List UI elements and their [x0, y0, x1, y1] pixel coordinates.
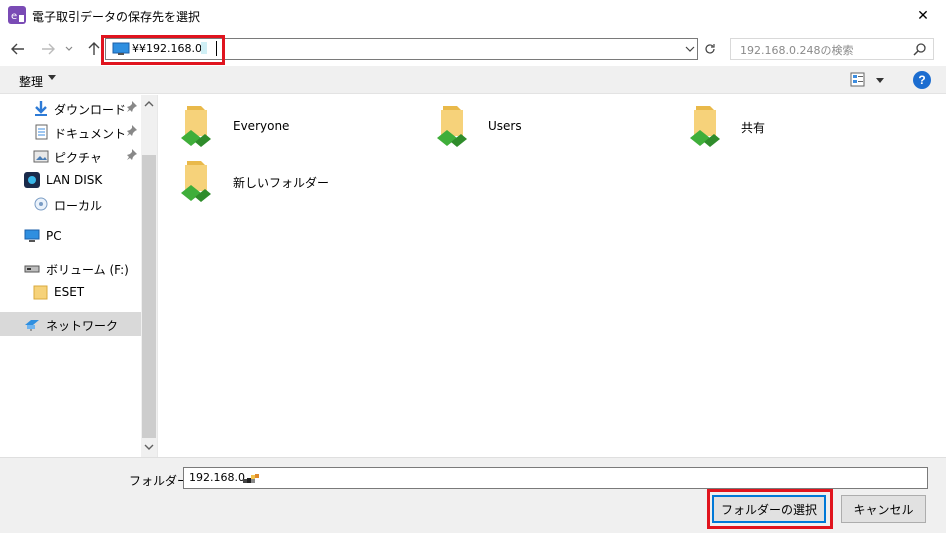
- cancel-button[interactable]: キャンセル: [841, 495, 926, 523]
- window-title: 電子取引データの保存先を選択: [32, 10, 201, 24]
- sidebar-item-local[interactable]: ローカル: [0, 192, 141, 216]
- address-highlight-box: [101, 35, 225, 65]
- folder-label: 新しいフォルダー: [233, 176, 330, 190]
- folder-name-value: 192.168.0.: [189, 471, 249, 484]
- caret-down-icon: [48, 75, 56, 80]
- dialog-footer: フォルダー: 192.168.0. フォルダーの選択 キャンセル: [0, 457, 946, 533]
- scroll-thumb[interactable]: [142, 155, 156, 438]
- select-button-highlight-box: [707, 489, 833, 529]
- pin-icon[interactable]: [126, 125, 137, 136]
- sidebar-item-eset[interactable]: ESET: [0, 280, 141, 304]
- navigation-pane: ダウンロード ドキュメント ピクチャ LAN DISK ローカル PC ボリュー…: [0, 95, 141, 457]
- refresh-button[interactable]: [700, 38, 720, 60]
- scroll-up-icon[interactable]: [144, 101, 154, 107]
- command-bar: 整理 ?: [0, 66, 946, 94]
- organize-menu[interactable]: 整理: [19, 73, 43, 90]
- sidebar-item-label: PC: [46, 229, 62, 243]
- shared-folder-icon: [437, 106, 467, 147]
- sidebar-item-documents[interactable]: ドキュメント: [0, 120, 141, 144]
- sidebar-item-label: ネットワーク: [46, 319, 119, 333]
- folder-item-new-folder[interactable]: 新しいフォルダー: [175, 157, 415, 209]
- svg-text:e: e: [11, 11, 17, 22]
- pictures-icon: [33, 150, 49, 163]
- folder-label: Users: [488, 119, 522, 133]
- sidebar-item-label: LAN DISK: [46, 173, 103, 187]
- chevron-down-icon[interactable]: [685, 42, 695, 56]
- refresh-icon: [705, 44, 715, 54]
- sidebar-item-network[interactable]: ネットワーク: [0, 312, 141, 336]
- scroll-down-icon[interactable]: [144, 444, 154, 450]
- sidebar-item-label: ローカル: [54, 199, 103, 213]
- chevron-down-icon: [65, 46, 73, 51]
- folder-label: Everyone: [233, 119, 290, 133]
- shared-folder-icon: [181, 106, 211, 147]
- folder-item-kyoyu[interactable]: 共有: [684, 102, 924, 154]
- folder-item-everyone[interactable]: Everyone: [175, 102, 415, 154]
- pin-icon[interactable]: [126, 149, 137, 160]
- close-icon: ✕: [917, 7, 929, 24]
- document-icon: [35, 124, 48, 140]
- title-bar: e 電子取引データの保存先を選択 ✕: [0, 0, 946, 31]
- download-icon: [35, 101, 47, 116]
- shared-folder-icon: [181, 161, 211, 202]
- help-button[interactable]: ?: [913, 71, 931, 89]
- network-icon: [25, 320, 39, 331]
- folder-item-users[interactable]: Users: [431, 102, 671, 154]
- drive-icon: [24, 265, 40, 273]
- pc-icon: [24, 229, 40, 242]
- help-icon: ?: [918, 73, 926, 87]
- lan-disk-icon: [24, 172, 40, 188]
- arrow-right-icon: [42, 43, 55, 55]
- sidebar-item-pictures[interactable]: ピクチャ: [0, 144, 141, 168]
- sidebar-item-lan-disk[interactable]: LAN DISK: [0, 168, 141, 192]
- navigation-bar: ¥¥192.168.0. 192.168.0.248の検索: [0, 31, 946, 66]
- arrow-left-icon: [11, 43, 24, 55]
- search-placeholder: 192.168.0.248の検索: [740, 44, 854, 57]
- sidebar-item-label: ピクチャ: [54, 151, 102, 165]
- local-icon: [34, 197, 48, 211]
- search-input[interactable]: 192.168.0.248の検索: [730, 38, 934, 60]
- back-button[interactable]: [8, 39, 28, 59]
- sidebar-item-label: ボリューム (F:): [46, 263, 129, 277]
- folder-name-input[interactable]: 192.168.0.: [183, 467, 928, 489]
- recent-locations-button[interactable]: [62, 39, 76, 59]
- sidebar-item-downloads[interactable]: ダウンロード: [0, 96, 141, 120]
- file-list: Everyone Users 共有 新しいフォルダー: [157, 95, 946, 457]
- pin-icon[interactable]: [126, 101, 137, 112]
- shared-folder-icon: [690, 106, 720, 147]
- folder-icon: [33, 285, 48, 300]
- arrow-up-icon: [88, 42, 100, 55]
- sidebar-item-label: ESET: [54, 285, 85, 299]
- folder-label: 共有: [741, 121, 766, 135]
- close-button[interactable]: ✕: [900, 0, 946, 31]
- sidebar-scrollbar[interactable]: [141, 95, 157, 457]
- sidebar-item-volume-f[interactable]: ボリューム (F:): [0, 256, 141, 280]
- sidebar-item-label: ドキュメント: [54, 127, 127, 141]
- sidebar-item-label: ダウンロード: [54, 103, 127, 117]
- forward-button[interactable]: [38, 39, 58, 59]
- search-icon: [913, 43, 926, 56]
- redacted-icon: [243, 474, 259, 483]
- sidebar-item-pc[interactable]: PC: [0, 224, 141, 248]
- view-options-icon[interactable]: [850, 72, 886, 88]
- app-icon: e: [8, 6, 26, 24]
